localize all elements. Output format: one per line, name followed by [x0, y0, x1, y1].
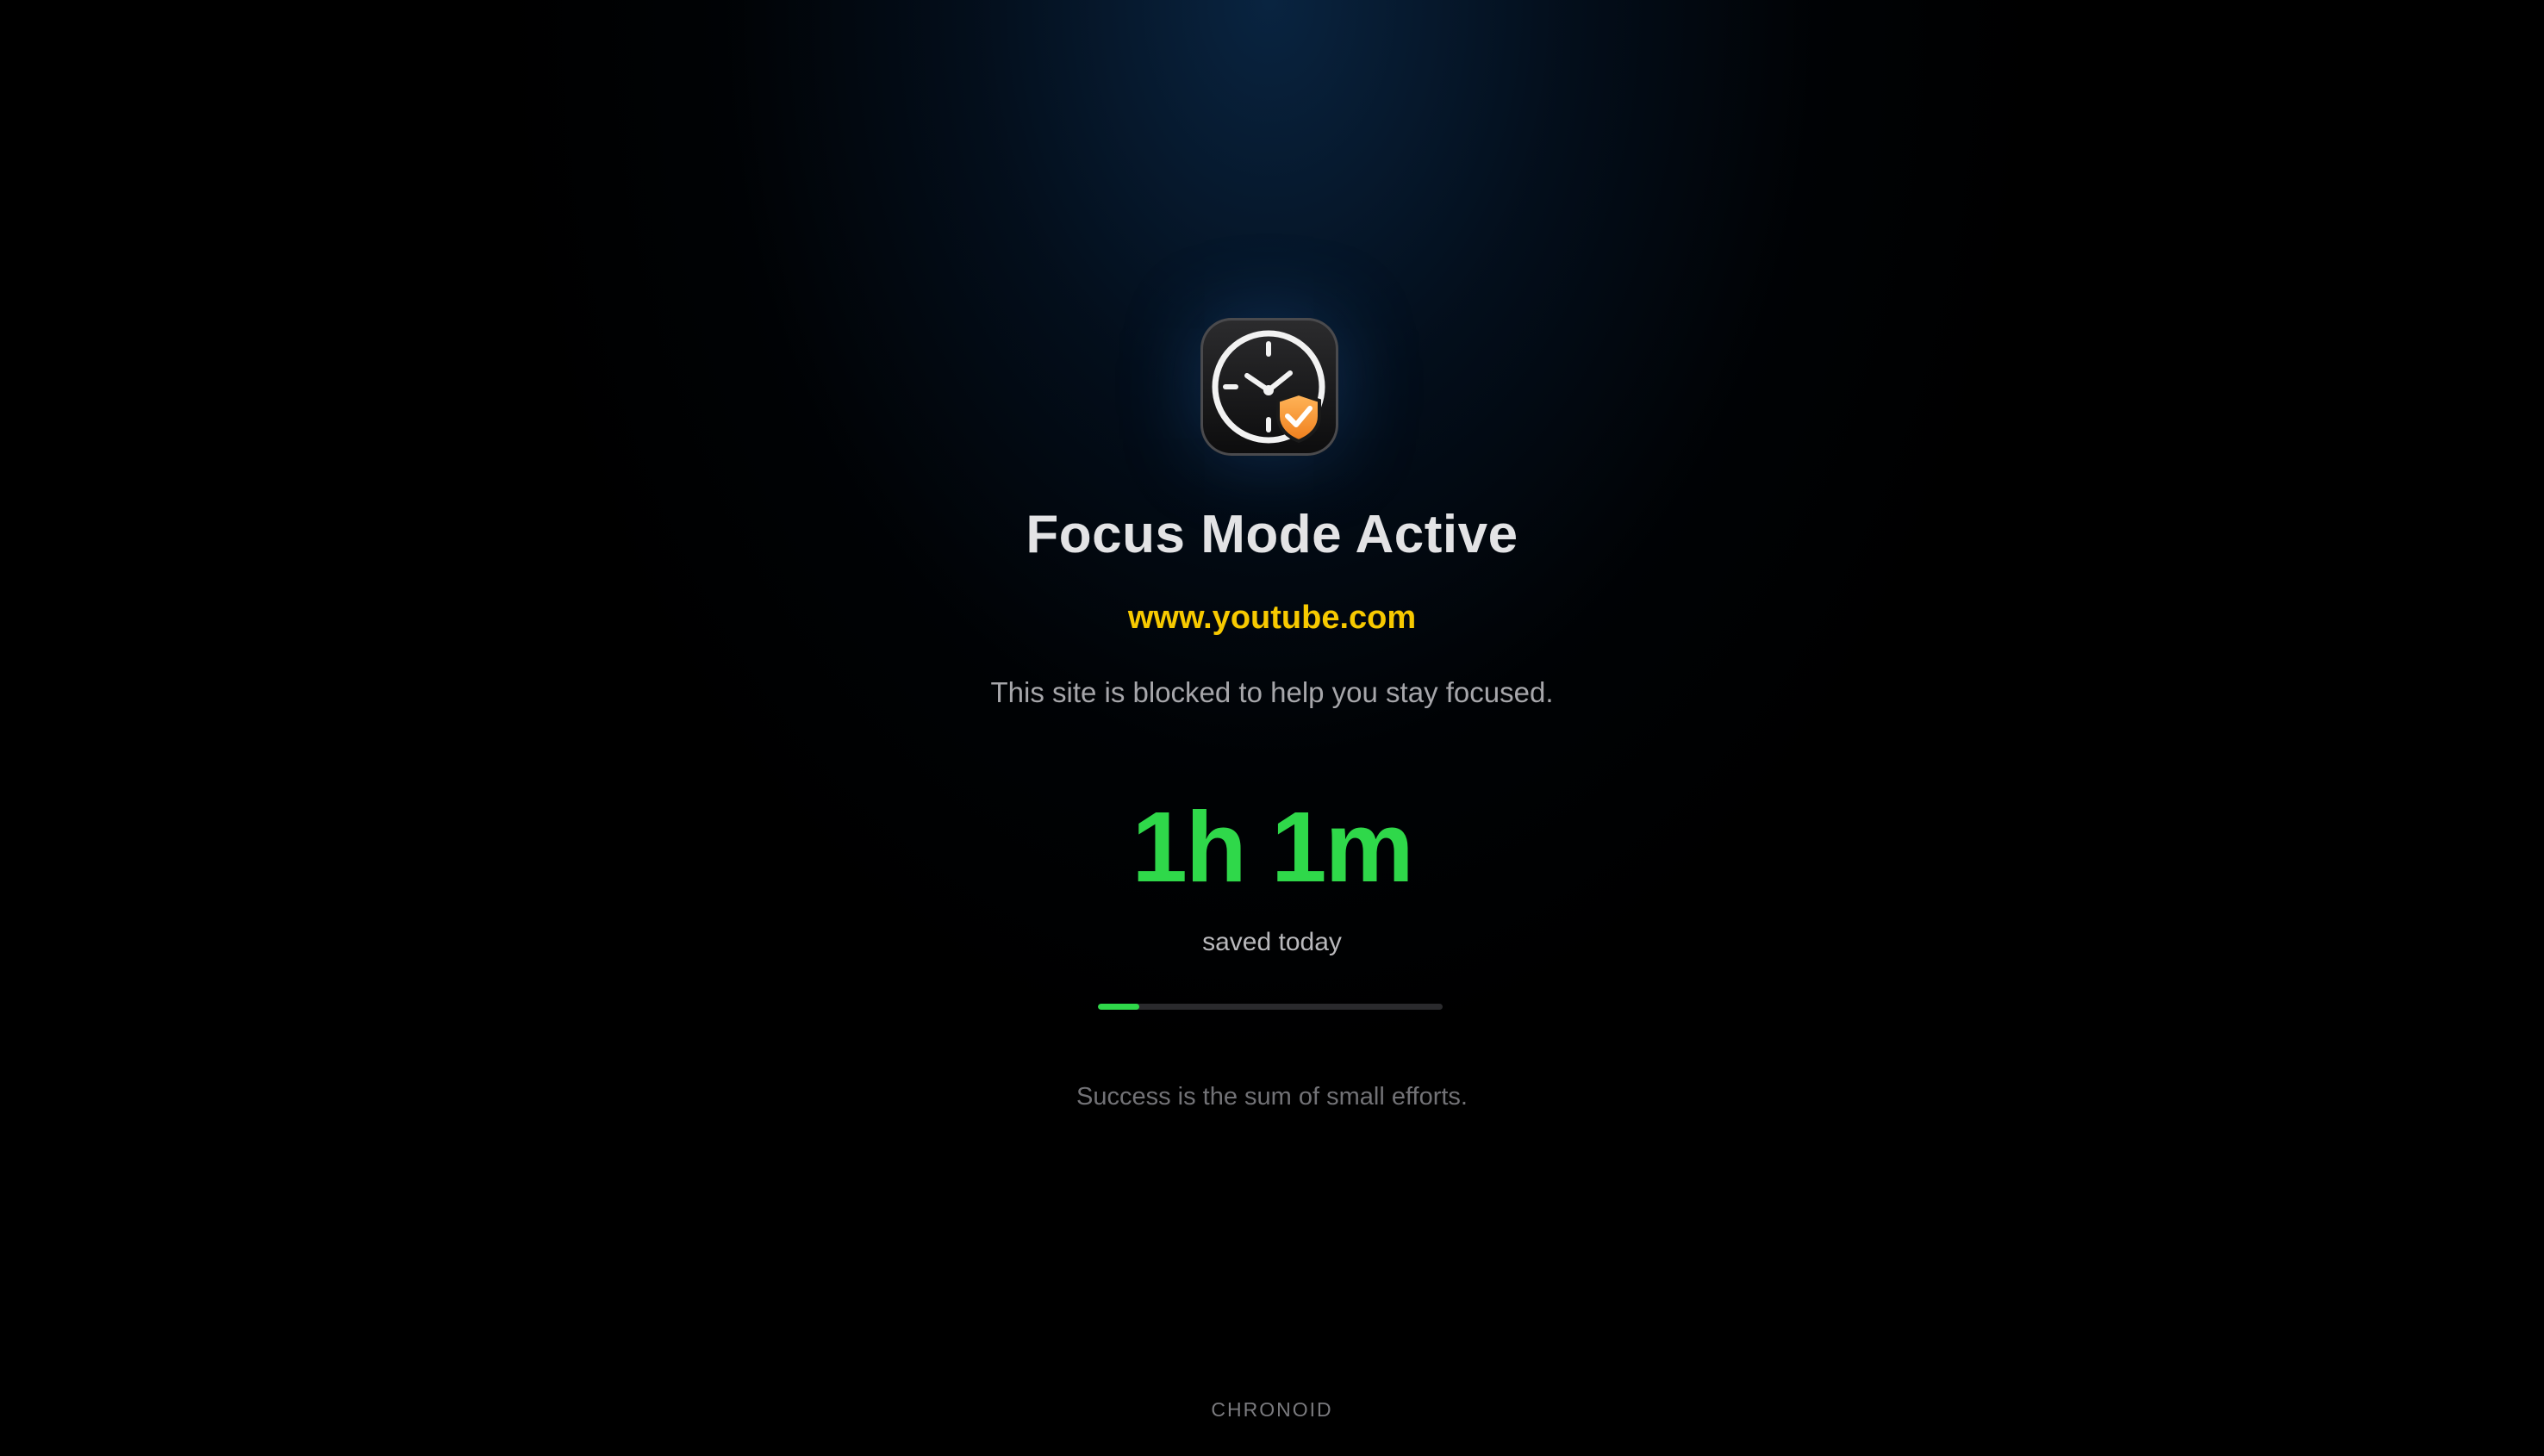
focus-progress-bar — [1098, 1004, 1443, 1010]
motivational-quote: Success is the sum of small efforts. — [1076, 1083, 1468, 1111]
blocked-page: Focus Mode Active www.youtube.com This s… — [0, 0, 2544, 1456]
blocked-site-url: www.youtube.com — [1127, 600, 1417, 636]
brand-label: CHRONOID — [1211, 1398, 1333, 1421]
page-title: Focus Mode Active — [1026, 505, 1518, 564]
blocked-message: This site is blocked to help you stay fo… — [990, 676, 1554, 708]
clock-shield-check-icon — [1200, 318, 1338, 456]
shield-icon — [1276, 391, 1321, 444]
time-saved-value: 1h 1m — [1132, 791, 1413, 903]
clock-icon — [1212, 330, 1325, 444]
time-saved-label: saved today — [1202, 928, 1342, 956]
focus-progress-fill — [1098, 1004, 1139, 1010]
